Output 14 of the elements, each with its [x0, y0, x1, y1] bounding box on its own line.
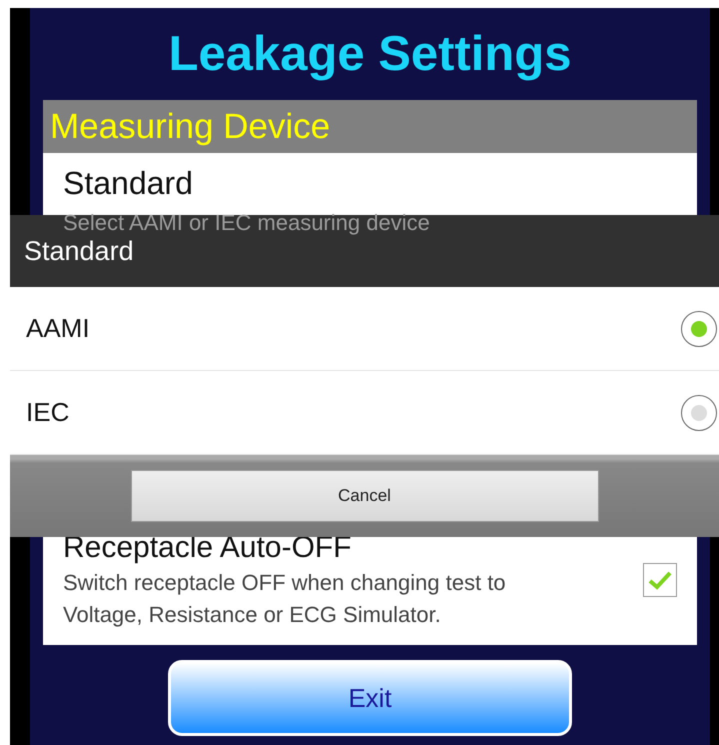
setting-description: Switch receptacle OFF when changing test to Voltage, Resistance or ECG Simulator. — [63, 569, 507, 629]
exit-button[interactable]: Exit — [168, 660, 572, 736]
cancel-button[interactable]: Cancel — [130, 470, 598, 522]
option-label: AAMI — [26, 313, 90, 344]
check-icon — [648, 570, 672, 590]
radio-button[interactable] — [681, 310, 717, 346]
screen-title: Leakage Settings — [167, 26, 573, 83]
setting-title: Receptacle Auto-OFF — [63, 531, 352, 565]
setting-description: Select AAMI or IEC measuring device — [63, 210, 431, 236]
section-header: Measuring Device — [43, 100, 697, 153]
radio-button[interactable] — [681, 394, 717, 430]
option-label: IEC — [26, 397, 70, 428]
checkbox[interactable] — [643, 563, 677, 597]
setting-title: Standard — [63, 165, 194, 202]
